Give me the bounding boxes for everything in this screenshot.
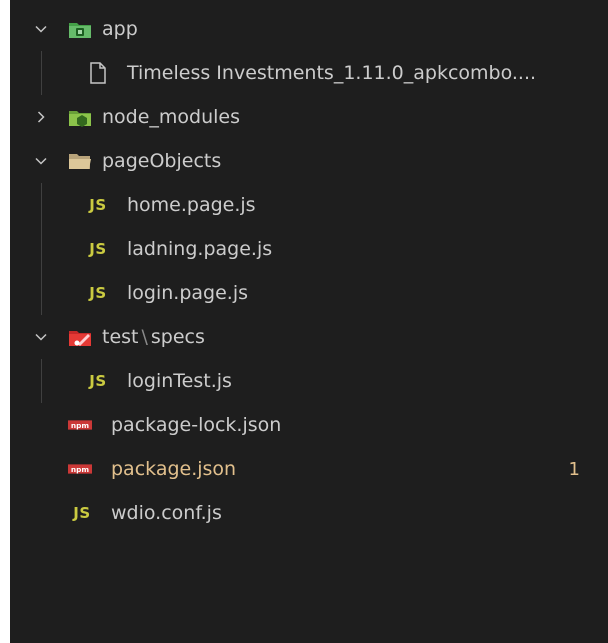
tree-item-ladning-page-file[interactable]: JS ladning.page.js xyxy=(10,227,608,271)
explorer-panel: app Timeless Investments_1.11.0_apkcombo… xyxy=(10,0,608,643)
js-file-icon: JS xyxy=(89,196,107,214)
npm-icon-text: npm xyxy=(71,421,90,430)
tree-item-apk-file[interactable]: Timeless Investments_1.11.0_apkcombo.... xyxy=(10,51,608,95)
tree-item-label: node_modules xyxy=(102,106,241,128)
app-folder-icon xyxy=(68,18,92,40)
tree-item-logintest-file[interactable]: JS loginTest.js xyxy=(10,359,608,403)
tree-item-app-folder[interactable]: app xyxy=(10,7,608,51)
js-file-icon: JS xyxy=(89,284,107,302)
path-separator: \ xyxy=(141,326,148,348)
file-icon xyxy=(86,62,110,84)
tree-item-home-page-file[interactable]: JS home.page.js xyxy=(10,183,608,227)
tree-item-label: wdio.conf.js xyxy=(111,502,222,524)
folder-open-icon xyxy=(68,150,92,172)
tree-item-package-file[interactable]: npm package.json 1 xyxy=(10,447,608,491)
test-folder-icon xyxy=(68,326,92,348)
npm-icon-text: npm xyxy=(71,465,90,474)
npm-file-icon: npm xyxy=(68,458,92,480)
tree-item-label: app xyxy=(102,18,138,40)
chevron-down-icon[interactable] xyxy=(33,21,49,37)
tree-item-label: package-lock.json xyxy=(111,414,282,436)
tree-item-label: pageObjects xyxy=(102,150,222,172)
file-tree: app Timeless Investments_1.11.0_apkcombo… xyxy=(10,0,608,535)
tree-item-label: test \ specs xyxy=(102,315,205,359)
tree-item-label: loginTest.js xyxy=(127,370,232,392)
tree-item-label: home.page.js xyxy=(127,194,256,216)
js-file-icon: JS xyxy=(89,240,107,258)
tree-item-label: package.json xyxy=(111,458,237,480)
chevron-right-icon[interactable] xyxy=(33,109,49,125)
js-file-icon: JS xyxy=(89,372,107,390)
chevron-down-icon[interactable] xyxy=(33,329,49,345)
tree-item-pageobjects-folder[interactable]: pageObjects xyxy=(10,139,608,183)
tree-item-wdio-conf-file[interactable]: JS wdio.conf.js xyxy=(10,491,608,535)
node-modules-folder-icon xyxy=(68,106,92,128)
tree-item-package-lock-file[interactable]: npm package-lock.json xyxy=(10,403,608,447)
problems-count-badge: 1 xyxy=(568,458,580,480)
tree-item-label: login.page.js xyxy=(127,282,248,304)
js-file-icon: JS xyxy=(73,504,91,522)
tree-item-label: ladning.page.js xyxy=(127,238,273,260)
tree-item-label: Timeless Investments_1.11.0_apkcombo.... xyxy=(127,62,537,84)
folder-name-test: test xyxy=(102,326,139,348)
npm-file-icon: npm xyxy=(68,414,92,436)
tree-item-test-specs-folder[interactable]: test \ specs xyxy=(10,315,608,359)
tree-item-login-page-file[interactable]: JS login.page.js xyxy=(10,271,608,315)
tree-item-node-modules-folder[interactable]: node_modules xyxy=(10,95,608,139)
folder-name-specs: specs xyxy=(150,326,205,348)
chevron-down-icon[interactable] xyxy=(33,153,49,169)
